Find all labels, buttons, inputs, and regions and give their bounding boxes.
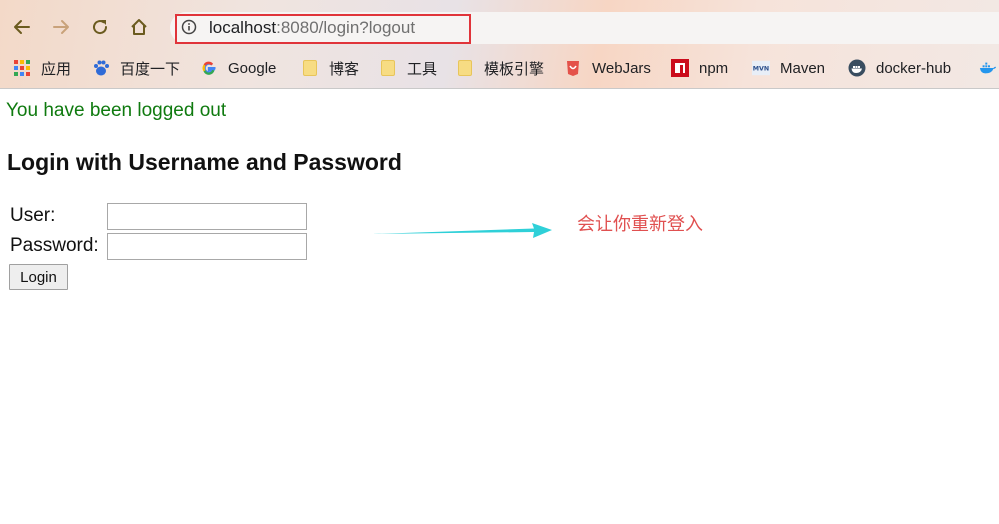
bookmark-folder-blog[interactable]: 博客 bbox=[301, 56, 359, 80]
reload-button[interactable] bbox=[87, 14, 113, 40]
info-icon[interactable] bbox=[181, 19, 197, 35]
bookmark-npm[interactable]: npm bbox=[671, 56, 728, 80]
url-host: localhost bbox=[209, 18, 277, 37]
docker-icon bbox=[848, 59, 866, 77]
browser-toolbar: localhost:8080/login?logout 应用 百度一下 Goog… bbox=[0, 0, 999, 89]
google-g-icon bbox=[200, 59, 218, 77]
bookmark-label: 工具 bbox=[407, 60, 438, 78]
bookmarks-bar: 应用 百度一下 Google 博客 工具 模板引擎 WebJars npm MV… bbox=[0, 52, 999, 84]
bookmark-label: 百度一下 bbox=[120, 60, 181, 78]
folder-icon bbox=[301, 59, 319, 77]
docker-whale-icon bbox=[979, 59, 997, 77]
bookmark-label: 博客 bbox=[329, 60, 360, 78]
bookmark-docker-hub[interactable]: docker-hub bbox=[848, 56, 951, 80]
annotation-arrow bbox=[372, 223, 552, 238]
reload-icon bbox=[93, 20, 108, 35]
forward-arrow-icon bbox=[53, 20, 69, 34]
bookmark-label: npm bbox=[699, 59, 729, 77]
bookmark-label: Maven bbox=[780, 59, 826, 77]
url-path: :8080/login?logout bbox=[276, 18, 416, 37]
baidu-paw-icon bbox=[92, 59, 110, 77]
back-arrow-icon bbox=[14, 20, 30, 34]
bookmark-label: 模板引擎 bbox=[484, 60, 545, 78]
npm-icon bbox=[671, 59, 689, 77]
back-button[interactable] bbox=[9, 14, 35, 40]
maven-icon: MVN bbox=[752, 59, 770, 77]
login-button[interactable]: Login bbox=[9, 264, 68, 290]
svg-text:MVN: MVN bbox=[753, 66, 769, 73]
annotation-note: 会让你重新登入 bbox=[577, 214, 703, 235]
password-label: Password: bbox=[10, 235, 99, 256]
password-input[interactable] bbox=[107, 233, 307, 260]
folder-icon bbox=[456, 59, 474, 77]
bookmark-maven[interactable]: MVN Maven bbox=[752, 56, 825, 80]
bookmark-folder-tools[interactable]: 工具 bbox=[379, 56, 437, 80]
forward-button[interactable] bbox=[48, 14, 74, 40]
webjars-icon bbox=[564, 59, 582, 77]
bookmark-webjars[interactable]: WebJars bbox=[564, 56, 651, 80]
bookmark-label: docker-hub bbox=[876, 59, 952, 77]
home-button[interactable] bbox=[126, 14, 152, 40]
logout-message: You have been logged out bbox=[6, 100, 227, 121]
bookmark-overflow[interactable] bbox=[979, 56, 999, 80]
apps-grid-icon bbox=[13, 59, 31, 77]
username-input[interactable] bbox=[107, 203, 307, 230]
url-text[interactable]: localhost:8080/login?logout bbox=[209, 16, 415, 40]
bookmark-folder-templates[interactable]: 模板引擎 bbox=[456, 56, 544, 80]
bookmark-label: WebJars bbox=[592, 59, 651, 77]
home-icon bbox=[131, 19, 147, 35]
bookmark-label: 应用 bbox=[41, 60, 72, 78]
folder-icon bbox=[379, 59, 397, 77]
bookmark-baidu[interactable]: 百度一下 bbox=[92, 56, 180, 80]
bookmark-google[interactable]: Google bbox=[200, 56, 276, 80]
user-label: User: bbox=[10, 205, 56, 226]
bookmark-label: Google bbox=[228, 59, 277, 77]
bookmark-apps[interactable]: 应用 bbox=[13, 56, 71, 80]
page-title: Login with Username and Password bbox=[7, 149, 402, 175]
